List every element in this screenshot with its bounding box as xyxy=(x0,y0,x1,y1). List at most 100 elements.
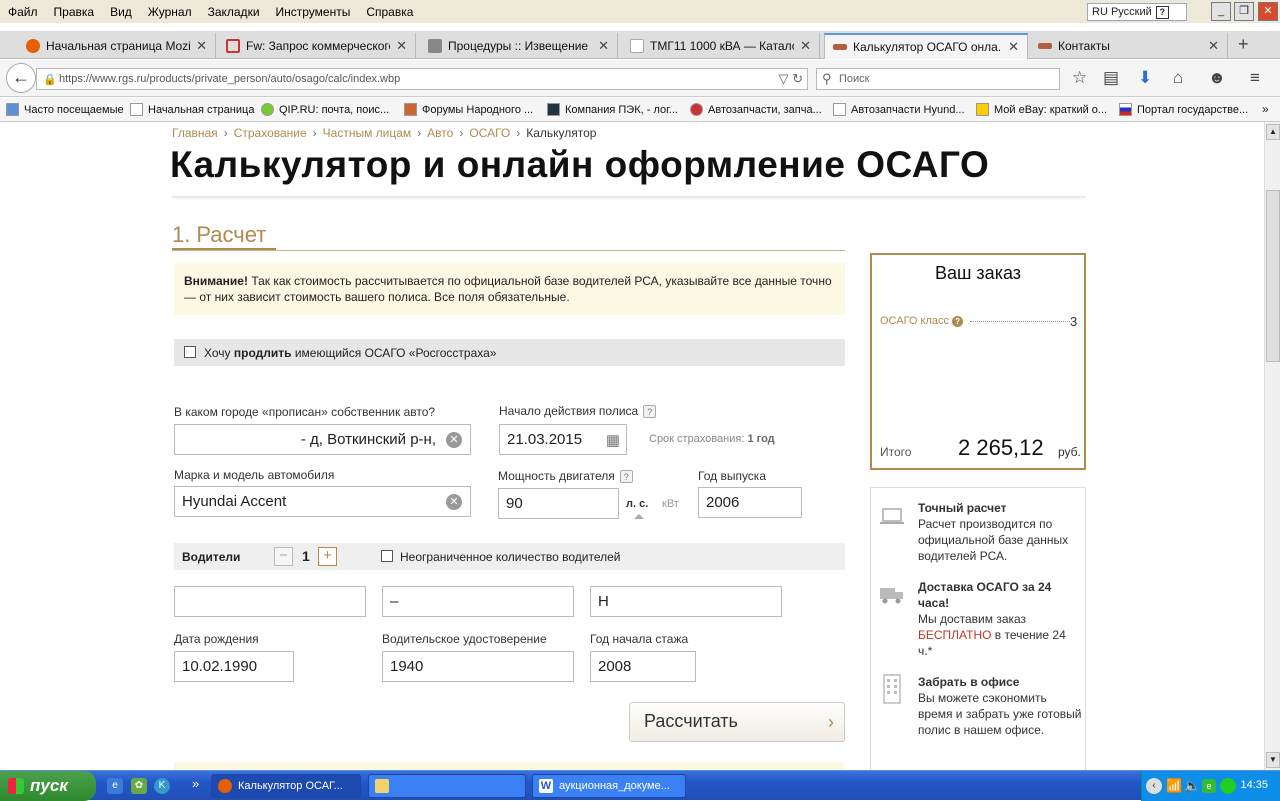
extend-checkbox[interactable] xyxy=(184,346,196,358)
task-word[interactable]: Wаукционная_докуме... xyxy=(532,774,686,798)
tab-osago[interactable]: Калькулятор ОСАГО онла... ✕ xyxy=(824,33,1028,59)
feature-title: Доставка ОСАГО за 24 часа! xyxy=(918,580,1052,610)
unit-kw-toggle[interactable]: кВт xyxy=(662,498,679,510)
bookmark-forums[interactable]: Форумы Народного ... xyxy=(404,103,533,116)
reload-icon[interactable]: ▽ ↻ xyxy=(778,71,803,87)
bookmark-hyundai[interactable]: Автозапчасти Hyund... xyxy=(833,103,965,116)
chat-icon[interactable]: ☻ xyxy=(1208,68,1226,88)
ie-icon[interactable]: e xyxy=(107,778,123,794)
search-icon: ⚲ xyxy=(822,71,832,86)
menu-file[interactable]: Файл xyxy=(0,5,46,19)
k-icon[interactable]: K xyxy=(154,778,170,794)
star-icon[interactable]: ☆ xyxy=(1072,68,1087,88)
breadcrumb-current: Калькулятор xyxy=(526,126,597,140)
menu-view[interactable]: Вид xyxy=(102,5,140,19)
decrement-drivers-button[interactable]: − xyxy=(274,547,293,566)
task-firefox[interactable]: Калькулятор ОСАГ... xyxy=(211,774,361,798)
network-icon[interactable]: 📶 xyxy=(1166,778,1182,794)
qip-icon[interactable]: ✿ xyxy=(131,778,147,794)
back-button[interactable]: ← xyxy=(6,63,36,93)
breadcrumb-private[interactable]: Частным лицам xyxy=(323,126,412,140)
close-tab-icon[interactable]: ✕ xyxy=(800,38,811,54)
breadcrumb-home[interactable]: Главная xyxy=(172,126,218,140)
page-icon xyxy=(833,103,846,116)
vertical-scrollbar[interactable]: ▲ ▼ xyxy=(1264,122,1280,770)
download-icon[interactable]: ⬇ xyxy=(1138,68,1152,88)
clear-icon[interactable]: ✕ xyxy=(446,494,462,510)
year-input[interactable]: 2006 xyxy=(698,487,802,518)
help-icon[interactable]: ? xyxy=(619,470,633,484)
bookmark-gosuslugi[interactable]: Портал государстве... xyxy=(1119,103,1248,116)
scroll-thumb[interactable] xyxy=(1266,190,1280,362)
help-icon[interactable]: ? xyxy=(1155,5,1169,19)
menu-icon[interactable]: ≡ xyxy=(1250,68,1260,88)
close-tab-icon[interactable]: ✕ xyxy=(598,38,609,54)
breadcrumb-insurance[interactable]: Страхование xyxy=(234,126,307,140)
bookmark-ebay[interactable]: Мой eBay: краткий о... xyxy=(976,103,1107,116)
status-icon[interactable] xyxy=(1220,778,1236,794)
tab-mozilla[interactable]: Начальная страница Mozill... ✕ xyxy=(18,33,216,59)
increment-drivers-button[interactable]: + xyxy=(318,547,337,566)
menu-bookmarks[interactable]: Закладки xyxy=(200,5,268,19)
restore-button[interactable]: ❐ xyxy=(1234,2,1254,21)
calendar-icon[interactable]: ▦ xyxy=(606,431,620,449)
green-app-icon[interactable]: e xyxy=(1202,779,1216,793)
bookmark-qip[interactable]: QIP.RU: почта, поис... xyxy=(261,103,389,116)
bookmark-pek[interactable]: Компания ПЭК, - лог... xyxy=(547,103,678,116)
driver-patronymic-input[interactable]: Н xyxy=(590,586,782,617)
experience-input[interactable]: 2008 xyxy=(590,651,696,682)
help-icon[interactable]: ? xyxy=(643,405,657,419)
reading-list-icon[interactable]: ▤ xyxy=(1103,68,1119,88)
home-icon[interactable]: ⌂ xyxy=(1173,68,1183,88)
breadcrumb-auto[interactable]: Авто xyxy=(427,126,453,140)
power-input[interactable]: 90 xyxy=(498,488,619,519)
tray-expand-icon[interactable]: ‹ xyxy=(1146,778,1162,794)
start-date-input[interactable]: 21.03.2015 ▦ xyxy=(499,424,627,455)
osago-class-label: ОСАГО класс ? xyxy=(880,315,964,327)
bookmark-label: Часто посещаемые xyxy=(24,103,124,116)
unit-hp-toggle[interactable]: л. с. xyxy=(626,498,648,510)
bookmark-most-visited[interactable]: Часто посещаемые xyxy=(6,103,124,116)
birth-input[interactable]: 10.02.1990 xyxy=(174,651,294,682)
unlimited-checkbox[interactable] xyxy=(381,550,393,562)
url-bar[interactable]: 🔒 https://www.rgs.ru/products/private_per… xyxy=(36,68,808,90)
more-bookmarks-icon[interactable]: » xyxy=(1262,102,1269,116)
tab-mail[interactable]: Fw: Запрос коммерческого... ✕ xyxy=(218,33,416,59)
tab-catalog[interactable]: ТМГ11 1000 кВА — Катало... ✕ xyxy=(622,33,820,59)
extend-policy-row[interactable]: Хочу продлить имеющийся ОСАГО «Росгосстр… xyxy=(174,339,845,366)
tab-contacts[interactable]: Контакты ✕ xyxy=(1030,33,1228,59)
bookmark-start-page[interactable]: Начальная страница xyxy=(130,103,254,116)
new-tab-button[interactable]: + xyxy=(1238,34,1249,55)
tab-procedures[interactable]: Процедуры :: Извещение ... ✕ xyxy=(420,33,618,59)
close-tab-icon[interactable]: ✕ xyxy=(196,38,207,54)
car-input[interactable]: Hyundai Accent ✕ xyxy=(174,486,471,517)
scroll-up-icon[interactable]: ▲ xyxy=(1266,124,1280,140)
driver-name-input[interactable]: – xyxy=(382,586,574,617)
menu-tools[interactable]: Инструменты xyxy=(268,5,359,19)
breadcrumb-osago[interactable]: ОСАГО xyxy=(469,126,510,140)
help-icon[interactable]: ? xyxy=(952,316,964,327)
clock: 14:35 xyxy=(1240,779,1268,791)
bookmark-autoparts[interactable]: Автозапчасти, запча... xyxy=(690,103,822,116)
city-input[interactable]: - д, Воткинский р-н, ✕ xyxy=(174,424,471,455)
scroll-down-icon[interactable]: ▼ xyxy=(1266,752,1280,768)
minimize-button[interactable]: _ xyxy=(1211,2,1231,21)
license-input[interactable]: 1940 xyxy=(382,651,574,682)
menu-history[interactable]: Журнал xyxy=(140,5,200,19)
language-selector[interactable]: RU Русский? xyxy=(1087,3,1187,21)
close-tab-icon[interactable]: ✕ xyxy=(1008,39,1019,55)
more-quicklaunch-icon[interactable]: » xyxy=(192,776,199,791)
driver-surname-input[interactable] xyxy=(174,586,366,617)
menu-edit[interactable]: Правка xyxy=(46,5,103,19)
drivers-label: Водители xyxy=(182,550,241,564)
start-button[interactable]: пуск xyxy=(0,771,96,801)
close-tab-icon[interactable]: ✕ xyxy=(396,38,407,54)
volume-icon[interactable]: 🔈 xyxy=(1184,778,1200,794)
task-folder[interactable] xyxy=(368,774,526,798)
close-window-button[interactable]: ✕ xyxy=(1258,2,1278,21)
clear-icon[interactable]: ✕ xyxy=(446,432,462,448)
search-input[interactable]: ⚲ Поиск xyxy=(816,68,1060,90)
close-tab-icon[interactable]: ✕ xyxy=(1208,38,1219,54)
menu-help[interactable]: Справка xyxy=(358,5,421,19)
calculate-button[interactable]: Рассчитать › xyxy=(629,702,845,742)
